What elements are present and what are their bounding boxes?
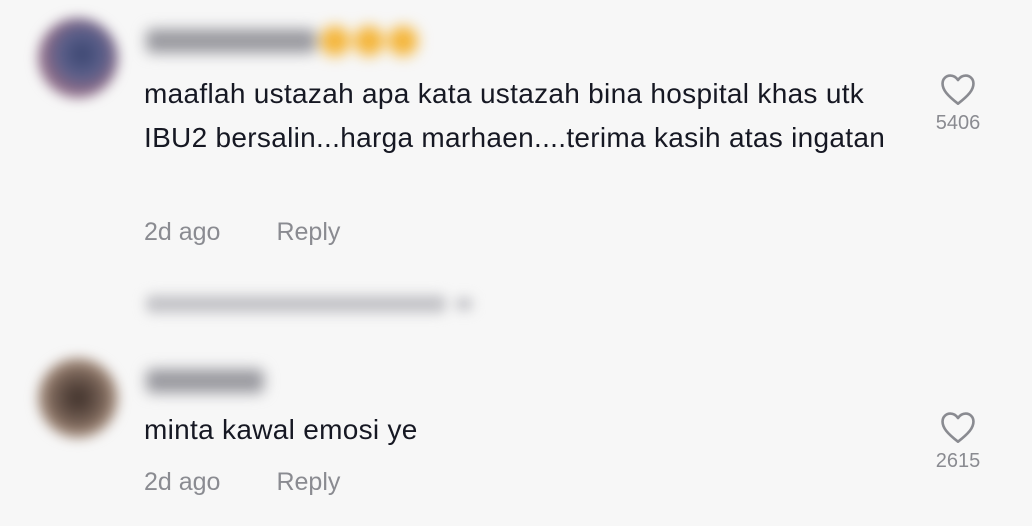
- avatar[interactable]: [38, 18, 118, 98]
- chevron-down-icon: [456, 298, 472, 310]
- timestamp: 2d ago: [144, 218, 221, 246]
- username-blurred[interactable]: [146, 26, 418, 56]
- view-replies-link[interactable]: [146, 292, 472, 316]
- comment-list: maaflah ustazah apa kata ustazah bina ho…: [0, 0, 1032, 526]
- timestamp: 2d ago: [144, 468, 221, 496]
- reply-button[interactable]: Reply: [276, 218, 340, 247]
- heart-outline-icon: [941, 412, 975, 443]
- like-button[interactable]: 2615: [920, 410, 996, 473]
- comment-text: maaflah ustazah apa kata ustazah bina ho…: [144, 78, 886, 153]
- avatar[interactable]: [38, 358, 118, 438]
- comment-meta: 2d ago Reply: [144, 218, 340, 247]
- like-button[interactable]: 5406: [920, 72, 996, 135]
- username-blurred[interactable]: [146, 366, 264, 396]
- comment-meta: 2d ago Reply: [144, 468, 340, 497]
- comment-text: minta kawal emosi ye: [144, 414, 418, 445]
- like-count: 5406: [935, 112, 981, 134]
- heart-outline-icon: [941, 74, 975, 105]
- reply-button[interactable]: Reply: [276, 468, 340, 497]
- like-count: 2615: [935, 450, 981, 472]
